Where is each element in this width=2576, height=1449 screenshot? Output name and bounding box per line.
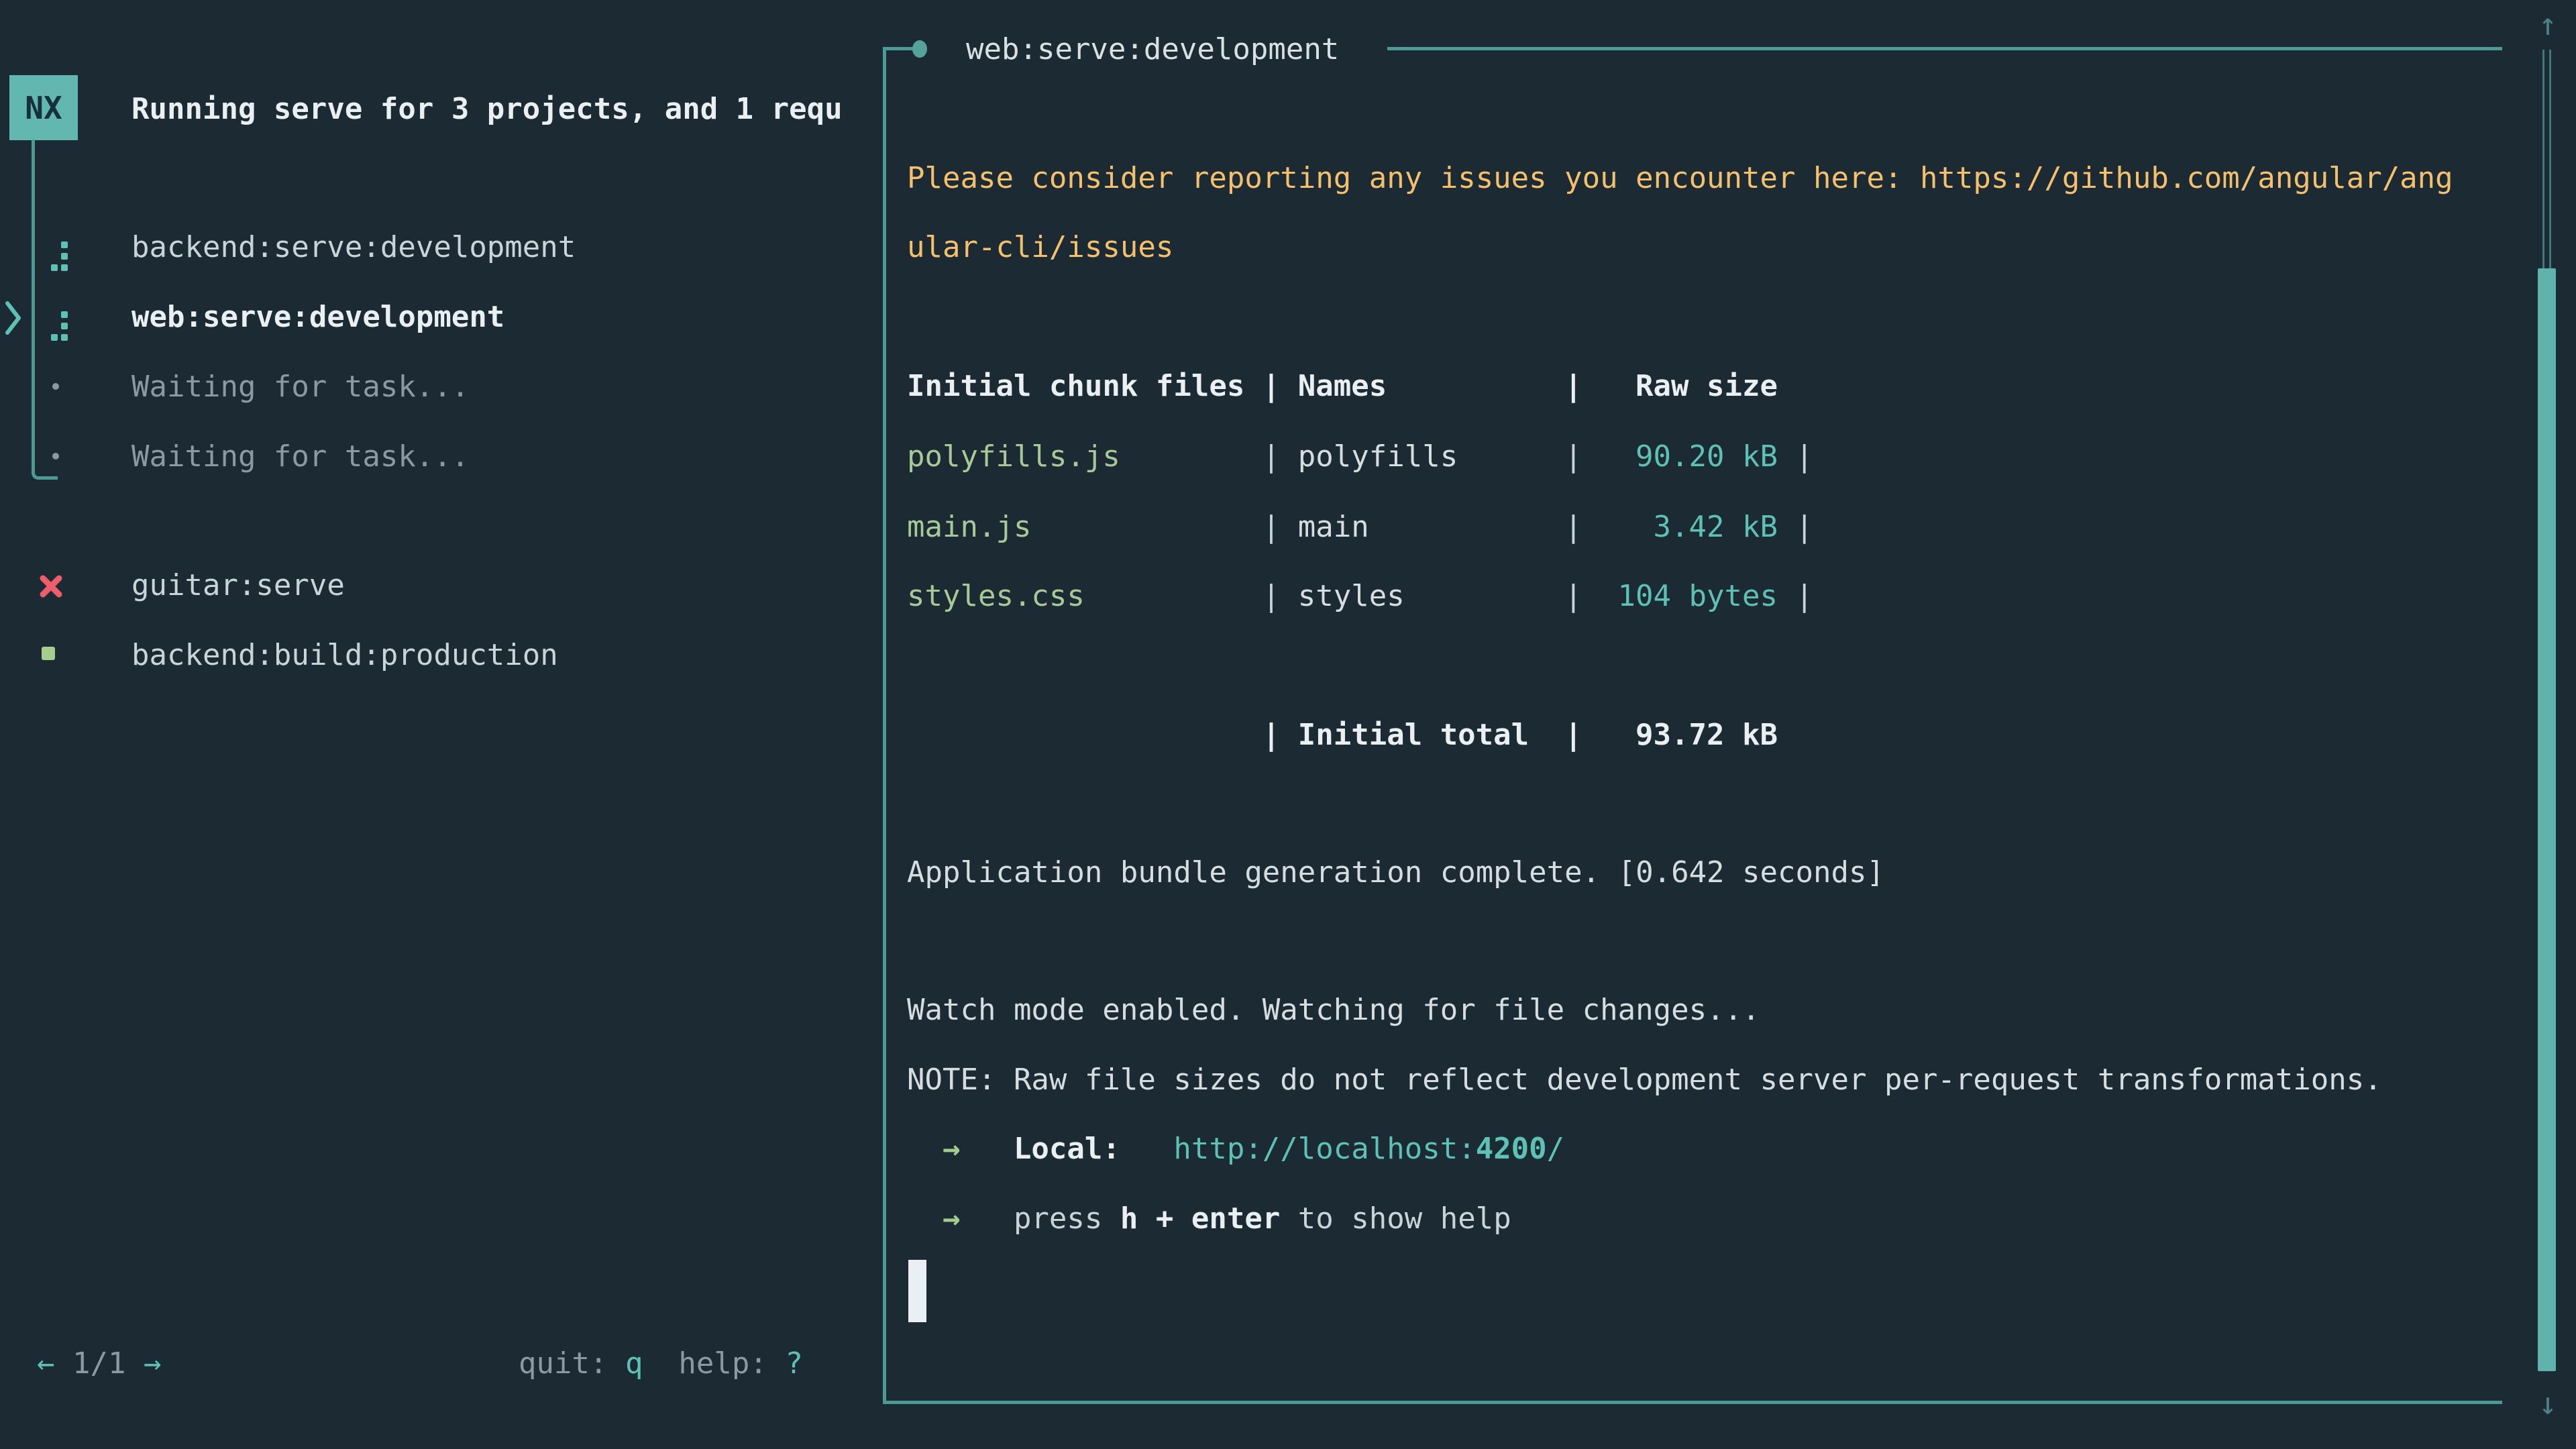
chunk-file: polyfills.js xyxy=(907,439,1263,474)
panel-border-bottom xyxy=(883,1401,2502,1404)
pipe: | xyxy=(1795,510,1813,544)
arrow-icon: → xyxy=(943,1132,961,1166)
localhost-url[interactable]: http://localhost:4200/ xyxy=(1173,1132,1564,1166)
spinner-icon xyxy=(51,264,58,271)
note-line: NOTE: Raw file sizes do not reflect deve… xyxy=(907,1044,2382,1114)
task-label[interactable]: backend:serve:development xyxy=(131,230,576,264)
col-file-header: Initial chunk files xyxy=(907,369,1263,403)
terminal-cursor xyxy=(908,1260,926,1322)
nx-logo: NX xyxy=(9,75,78,140)
issue-report-line: Please consider reporting any issues you… xyxy=(907,143,2453,213)
help-hint-keys: h + enter xyxy=(1120,1201,1280,1236)
arrow-icon: → xyxy=(943,1201,961,1236)
panel-title: web:serve:development xyxy=(966,14,1339,84)
col-size-header: Raw size xyxy=(1600,369,1778,403)
pipe: | xyxy=(1263,510,1298,544)
watch-mode-line: Watch mode enabled. Watching for file ch… xyxy=(907,975,1760,1044)
chunk-table-total-row: |Initial total|93.72 kB xyxy=(907,700,1778,769)
error-cross-icon xyxy=(39,574,63,598)
pipe: | xyxy=(1263,718,1298,752)
panel-border-top xyxy=(1387,47,2502,50)
pipe: | xyxy=(1795,439,1813,474)
panel-border-top xyxy=(883,47,914,50)
bundle-complete-line: Application bundle generation complete. … xyxy=(907,837,1884,907)
running-status-dot-icon xyxy=(912,40,927,58)
total-label: Initial total xyxy=(1298,718,1564,752)
chunk-name: main xyxy=(1298,510,1564,544)
chunk-file: styles.css xyxy=(907,579,1263,613)
help-hint-line: → press h + enter to show help xyxy=(907,1183,1511,1253)
chunk-table-row: styles.css|styles|104 bytes| xyxy=(907,561,1813,631)
issue-report-line: ular-cli/issues xyxy=(907,212,1173,282)
total-size: 93.72 kB xyxy=(1600,718,1778,752)
pipe: | xyxy=(1263,439,1298,474)
task-label[interactable]: Waiting for task... xyxy=(131,370,469,404)
pipe: | xyxy=(1263,579,1298,613)
col-names-header: Names xyxy=(1298,369,1564,403)
task-row[interactable]: backend:serve:development xyxy=(131,212,576,282)
port-number: 4200 xyxy=(1476,1132,1547,1166)
scrollbar-track[interactable] xyxy=(2542,50,2551,268)
shortcut-hints: quit: q help: ? xyxy=(519,1328,803,1398)
success-square-icon xyxy=(42,647,55,660)
pipe: | xyxy=(1564,439,1600,474)
help-hint-post: to show help xyxy=(1280,1201,1511,1236)
pending-dot-icon xyxy=(52,453,59,460)
pager-label: 1/1 xyxy=(72,1346,125,1381)
pipe: | xyxy=(1795,579,1813,613)
pipe: | xyxy=(1564,718,1600,752)
chunk-size: 3.42 kB xyxy=(1600,510,1778,544)
selected-task-chevron-icon xyxy=(4,299,23,337)
pager-prev-arrow[interactable]: ← xyxy=(37,1346,55,1381)
task-row[interactable]: Waiting for task... xyxy=(131,352,469,421)
task-label[interactable]: backend:build:production xyxy=(131,638,558,672)
task-label[interactable]: Waiting for task... xyxy=(131,439,469,474)
chunk-size: 104 bytes xyxy=(1600,579,1778,613)
task-row[interactable]: Waiting for task... xyxy=(131,421,469,491)
help-label: help: xyxy=(678,1346,767,1381)
chunk-name: polyfills xyxy=(1298,439,1564,474)
spinner-icon xyxy=(51,334,58,341)
pager: ← 1/1 → xyxy=(37,1328,161,1398)
pipe: | xyxy=(1564,369,1600,403)
pending-dot-icon xyxy=(52,383,59,390)
pager-next-arrow[interactable]: → xyxy=(144,1346,162,1381)
chunk-file: main.js xyxy=(907,510,1263,544)
task-row[interactable]: guitar:serve xyxy=(131,550,345,620)
task-tree-guide-line xyxy=(32,140,58,480)
nx-tui-window: NX Running serve for 3 projects, and 1 r… xyxy=(0,0,2576,1449)
chunk-name: styles xyxy=(1298,579,1564,613)
quit-label: quit: xyxy=(519,1346,607,1381)
pipe: | xyxy=(1263,369,1298,403)
help-key: ? xyxy=(785,1346,803,1381)
task-label[interactable]: guitar:serve xyxy=(131,568,345,602)
local-label: Local: xyxy=(1014,1132,1120,1166)
local-url-line: → Local: http://localhost:4200/ xyxy=(907,1114,1564,1183)
pipe: | xyxy=(1564,510,1600,544)
task-label[interactable]: web:serve:development xyxy=(131,300,504,334)
chunk-table-row: main.js|main|3.42 kB| xyxy=(907,492,1813,561)
chunk-table-row: polyfills.js|polyfills|90.20 kB| xyxy=(907,421,1813,491)
task-row[interactable]: backend:build:production xyxy=(131,620,558,690)
pipe: | xyxy=(1564,579,1600,613)
panel-border-left xyxy=(883,47,886,1403)
scroll-up-icon[interactable]: ↑ xyxy=(2528,4,2568,44)
scroll-down-icon[interactable]: ↓ xyxy=(2528,1383,2568,1424)
chunk-table-header: Initial chunk files|Names|Raw size xyxy=(907,351,1778,421)
scrollbar-thumb[interactable] xyxy=(2538,268,2556,1371)
chunk-size: 90.20 kB xyxy=(1600,439,1778,474)
task-row-selected[interactable]: web:serve:development xyxy=(131,282,504,352)
help-hint-pre: press xyxy=(1014,1201,1120,1236)
quit-key: q xyxy=(625,1346,643,1381)
page-title: Running serve for 3 projects, and 1 requ xyxy=(131,74,867,144)
